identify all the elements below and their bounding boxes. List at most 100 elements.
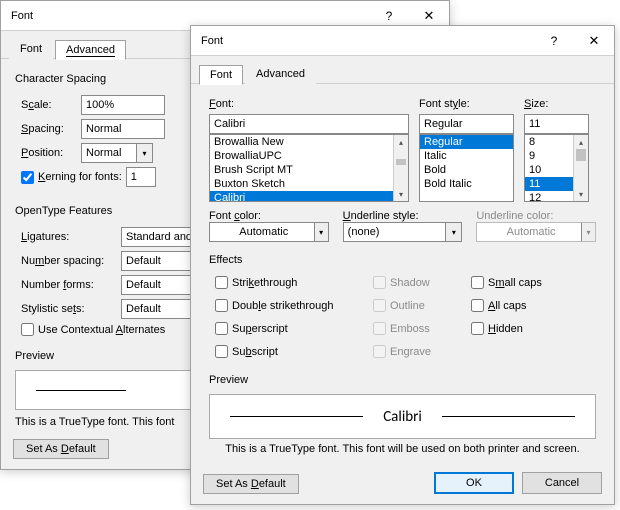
list-item[interactable]: Italic xyxy=(420,149,513,163)
spacing-label: Spacing: xyxy=(15,123,75,135)
font-col-label: Font: xyxy=(209,98,409,114)
list-item[interactable]: 8 xyxy=(525,135,573,149)
ok-button[interactable]: OK xyxy=(434,472,514,494)
kerning-input[interactable] xyxy=(126,167,156,187)
tab-font[interactable]: Font xyxy=(9,39,53,59)
underlinecolor-label: Underline color: xyxy=(476,210,596,222)
list-item[interactable]: 10 xyxy=(525,163,573,177)
subscript-label: Subscript xyxy=(232,346,278,358)
dialog-title: Font xyxy=(11,10,369,22)
chevron-down-icon: ▾ xyxy=(581,223,595,241)
list-item[interactable]: Buxton Sketch xyxy=(210,177,393,191)
underlinecolor-combo: Automatic ▾ xyxy=(476,222,596,242)
style-input[interactable] xyxy=(419,114,514,134)
shadow-checkbox xyxy=(373,276,386,289)
footer-left-1: Set As Default xyxy=(13,439,109,459)
ligatures-label: Ligatures: xyxy=(15,231,115,243)
effects-legend: Effects xyxy=(209,250,596,272)
strikethrough-label: Strikethrough xyxy=(232,277,297,289)
size-col-label: Size: xyxy=(524,98,589,114)
size-list[interactable]: 8 9 10 11 12 ▴ ▾ xyxy=(524,134,589,202)
contextual-label: Use Contextual Alternates xyxy=(38,324,165,336)
list-item[interactable]: Calibri xyxy=(210,191,393,202)
stylesets-combo[interactable]: Default xyxy=(121,299,191,319)
engrave-label: Engrave xyxy=(390,346,431,358)
list-item[interactable]: 9 xyxy=(525,149,573,163)
list-item[interactable]: 11 xyxy=(525,177,573,191)
preview-legend-2: Preview xyxy=(209,370,596,392)
fontcolor-label: Font color: xyxy=(209,210,329,222)
chevron-down-icon: ▾ xyxy=(445,223,461,241)
help-button[interactable]: ? xyxy=(534,26,574,56)
scroll-up-icon[interactable]: ▴ xyxy=(394,135,408,149)
position-label: Position: xyxy=(15,147,75,159)
style-col-label: Font style: xyxy=(419,98,514,114)
list-item[interactable]: Regular xyxy=(420,135,513,149)
dblstrike-label: Double strikethrough xyxy=(232,300,334,312)
dialog-title: Font xyxy=(201,35,534,47)
kerning-label: Kerning for fonts: xyxy=(38,171,122,183)
kerning-checkbox[interactable] xyxy=(21,171,34,184)
hidden-checkbox[interactable] xyxy=(471,322,484,335)
scroll-thumb[interactable] xyxy=(576,149,586,161)
underlinestyle-label: Underline style: xyxy=(343,210,463,222)
preview-box-2: Calibri xyxy=(209,394,596,439)
superscript-label: Superscript xyxy=(232,323,288,335)
preview-info-2: This is a TrueType font. This font will … xyxy=(209,441,596,457)
tab-advanced[interactable]: Advanced xyxy=(55,40,126,60)
footer-left-2: Set As Default xyxy=(203,474,299,494)
stylesets-label: Stylistic sets: xyxy=(15,303,115,315)
engrave-checkbox xyxy=(373,345,386,358)
strikethrough-checkbox[interactable] xyxy=(215,276,228,289)
chevron-down-icon: ▾ xyxy=(314,223,328,241)
list-item[interactable]: Bold xyxy=(420,163,513,177)
fontcolor-combo[interactable]: Automatic ▾ xyxy=(209,222,329,242)
chevron-down-icon: ▾ xyxy=(136,144,152,162)
list-item[interactable]: Browallia New xyxy=(210,135,393,149)
list-item[interactable]: BrowalliaUPC xyxy=(210,149,393,163)
font-dialog-front: Font ? ✕ Font Advanced Font: Browallia N… xyxy=(190,25,615,505)
superscript-checkbox[interactable] xyxy=(215,322,228,335)
numspacing-combo[interactable]: Default xyxy=(121,251,191,271)
set-default-button[interactable]: Set As Default xyxy=(203,474,299,494)
tab-advanced[interactable]: Advanced xyxy=(245,64,316,84)
preview-sample: Calibri xyxy=(363,408,442,426)
allcaps-checkbox[interactable] xyxy=(471,299,484,312)
numforms-combo[interactable]: Default xyxy=(121,275,191,295)
position-combo[interactable]: Normal ▾ xyxy=(81,143,153,163)
scrollbar[interactable]: ▴ ▾ xyxy=(573,135,588,201)
set-default-button[interactable]: Set As Default xyxy=(13,439,109,459)
font-input[interactable] xyxy=(209,114,409,134)
outline-checkbox xyxy=(373,299,386,312)
smallcaps-label: Small caps xyxy=(488,277,542,289)
list-item[interactable]: Bold Italic xyxy=(420,177,513,191)
scale-combo[interactable]: 100% xyxy=(81,95,165,115)
dblstrike-checkbox[interactable] xyxy=(215,299,228,312)
dialog-body-font: Font: Browallia New BrowalliaUPC Brush S… xyxy=(191,83,614,479)
contextual-checkbox[interactable] xyxy=(21,323,34,336)
numspacing-label: Number spacing: xyxy=(15,255,115,267)
underlinestyle-combo[interactable]: (none) ▾ xyxy=(343,222,463,242)
size-input[interactable] xyxy=(524,114,589,134)
preview-line xyxy=(230,416,363,417)
shadow-label: Shadow xyxy=(390,277,430,289)
preview-line xyxy=(442,416,575,417)
smallcaps-checkbox[interactable] xyxy=(471,276,484,289)
subscript-checkbox[interactable] xyxy=(215,345,228,358)
scroll-down-icon[interactable]: ▾ xyxy=(394,187,408,201)
footer-right-2: OK Cancel xyxy=(434,472,602,494)
spacing-combo[interactable]: Normal xyxy=(81,119,165,139)
close-button[interactable]: ✕ xyxy=(574,26,614,56)
scroll-down-icon[interactable]: ▾ xyxy=(574,187,588,201)
scale-label: Scale: xyxy=(15,99,75,111)
tab-font[interactable]: Font xyxy=(199,65,243,85)
list-item[interactable]: 12 xyxy=(525,191,573,202)
scrollbar[interactable]: ▴ ▾ xyxy=(393,135,408,201)
scroll-up-icon[interactable]: ▴ xyxy=(574,135,588,149)
list-item[interactable]: Brush Script MT xyxy=(210,163,393,177)
style-list[interactable]: Regular Italic Bold Bold Italic xyxy=(419,134,514,202)
font-list[interactable]: Browallia New BrowalliaUPC Brush Script … xyxy=(209,134,409,202)
hidden-label: Hidden xyxy=(488,323,523,335)
tabstrip: Font Advanced xyxy=(191,56,614,84)
cancel-button[interactable]: Cancel xyxy=(522,472,602,494)
